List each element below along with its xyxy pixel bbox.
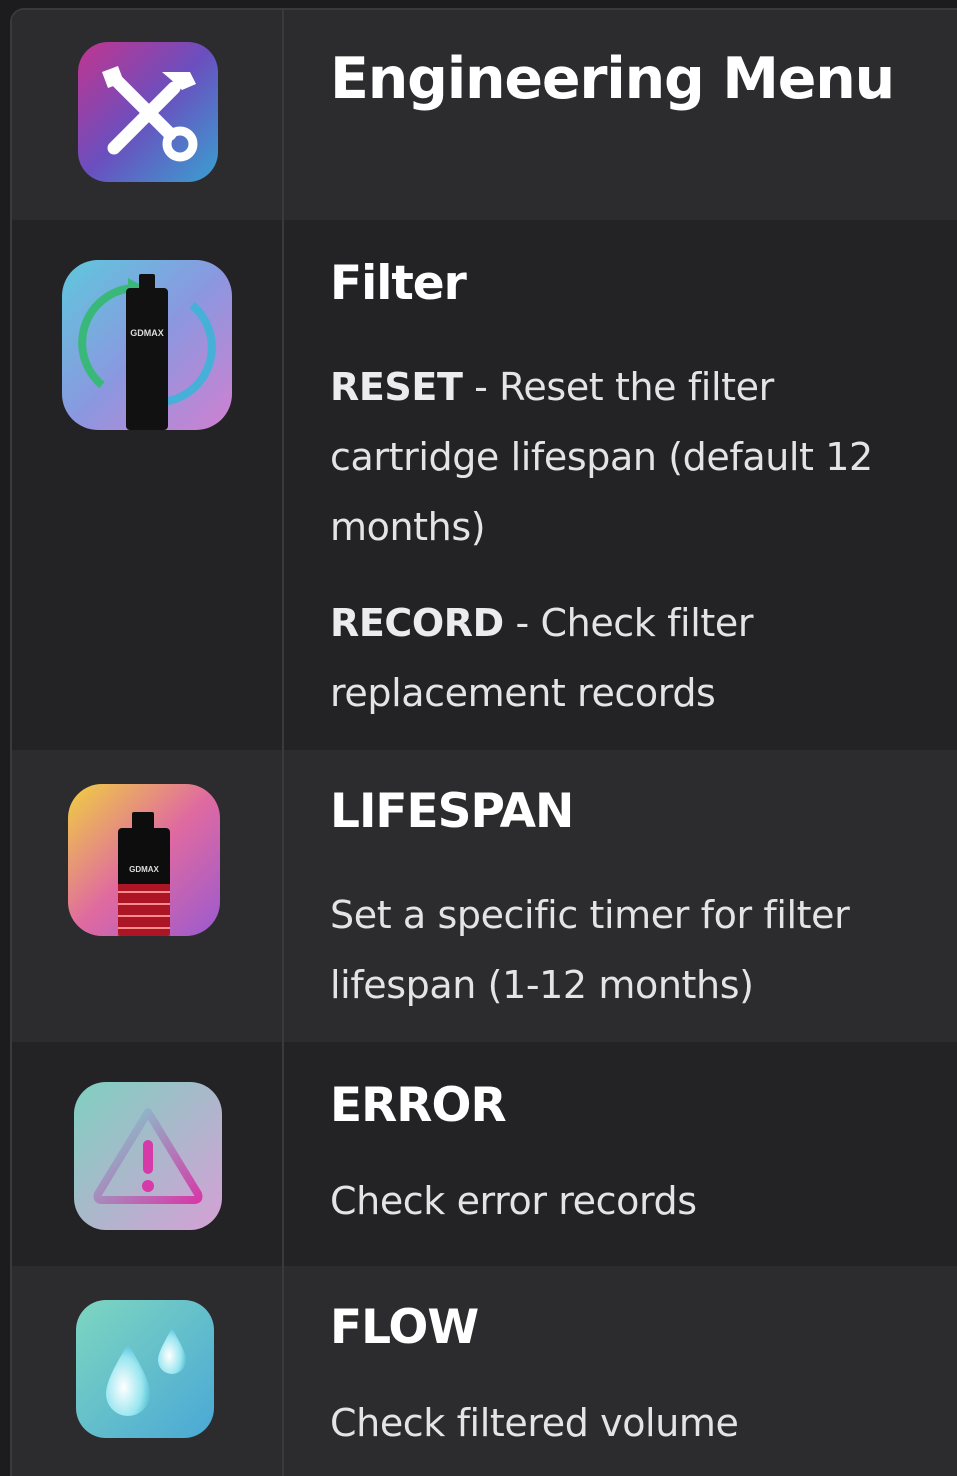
water-drops-icon <box>76 1300 214 1438</box>
lifespan-icon-cell: GDMAX <box>12 750 284 1042</box>
flow-desc: Check filtered volume <box>330 1401 739 1445</box>
section-lifespan: GDMAX LIFESPAN Set a specific timer for … <box>12 750 957 1042</box>
flow-icon-cell <box>12 1266 284 1476</box>
error-desc: Check error records <box>330 1179 697 1223</box>
section-title-filter: Filter <box>330 256 467 311</box>
record-separator: - <box>503 601 541 645</box>
section-error: ERROR Check error records <box>12 1042 957 1266</box>
flow-text-cell: FLOW Check filtered volume <box>284 1266 957 1476</box>
error-icon-cell <box>12 1042 284 1266</box>
filter-cartridge-cycle-icon: GDMAX <box>62 260 232 430</box>
section-title-error: ERROR <box>330 1078 507 1133</box>
filter-cartridge-timer-icon: GDMAX <box>68 784 220 936</box>
filter-reset-desc: RESET - Reset the filter cartridge lifes… <box>330 352 910 562</box>
engineering-menu-table: Engineering Menu GDMAX Filter RESET - Re… <box>10 8 957 1476</box>
section-flow: FLOW Check filtered volume <box>12 1266 957 1476</box>
brand-label-lifespan: GDMAX <box>129 865 159 874</box>
section-title-flow: FLOW <box>330 1300 479 1355</box>
header-icon-cell <box>12 10 284 220</box>
reset-key: RESET <box>330 365 463 409</box>
lifespan-text-cell: LIFESPAN Set a specific timer for filter… <box>284 750 957 1042</box>
filter-icon-cell: GDMAX <box>12 220 284 750</box>
record-key: RECORD <box>330 601 504 645</box>
lifespan-desc: Set a specific timer for filter lifespan… <box>330 893 850 1007</box>
brand-label: GDMAX <box>130 328 164 338</box>
page-title: Engineering Menu <box>330 46 895 112</box>
filter-record-desc: RECORD - Check filter replacement record… <box>330 588 910 728</box>
section-filter: GDMAX Filter RESET - Reset the filter ca… <box>12 220 957 750</box>
filter-text-cell: Filter RESET - Reset the filter cartridg… <box>284 220 957 750</box>
error-text-cell: ERROR Check error records <box>284 1042 957 1266</box>
section-title-lifespan: LIFESPAN <box>330 784 574 839</box>
tools-icon <box>78 42 218 182</box>
warning-triangle-icon <box>74 1082 222 1230</box>
header-row: Engineering Menu <box>12 10 957 220</box>
reset-separator: - <box>462 365 500 409</box>
header-text-cell: Engineering Menu <box>284 10 957 220</box>
